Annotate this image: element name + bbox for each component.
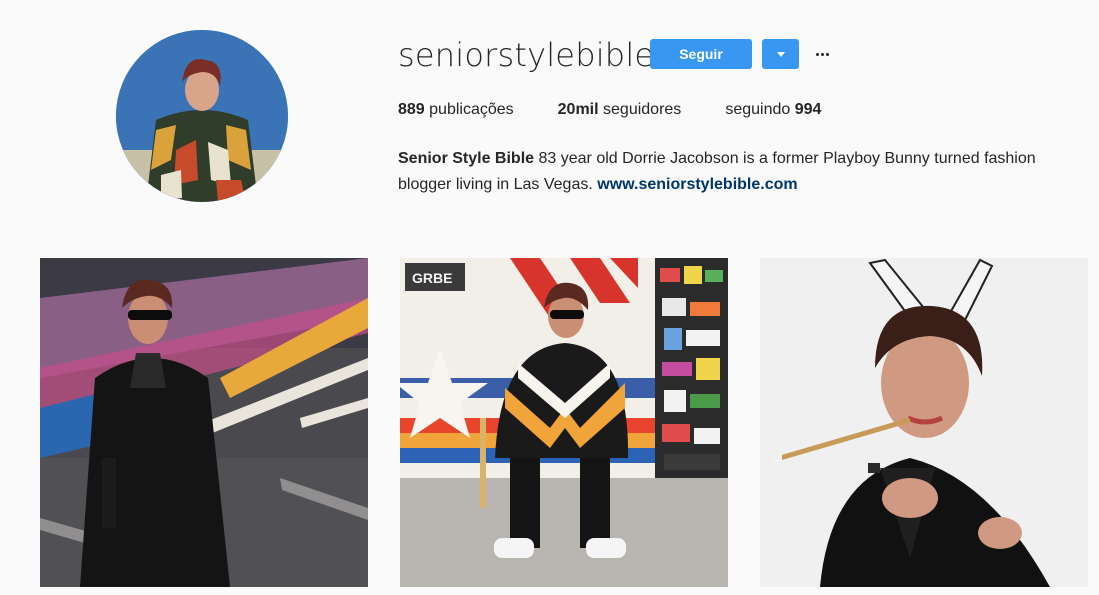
post-thumbnail[interactable] <box>40 258 368 587</box>
ellipsis-icon <box>815 52 819 56</box>
stat-following[interactable]: seguindo 994 <box>725 101 821 119</box>
followers-label: seguidores <box>603 101 682 118</box>
following-label: seguindo <box>725 101 791 118</box>
stat-followers[interactable]: 20mil seguidores <box>558 101 682 119</box>
posts-label: publicações <box>429 101 514 118</box>
bio-website-link[interactable]: www.seniorstylebible.com <box>597 176 797 193</box>
followers-count: 20mil <box>557 101 599 118</box>
ellipsis-icon <box>820 52 824 56</box>
post-image <box>760 258 1088 587</box>
follow-button[interactable]: Seguir <box>650 39 752 69</box>
post-thumbnail[interactable]: GRBE <box>400 258 728 587</box>
following-count: 994 <box>794 101 822 118</box>
post-thumbnail[interactable] <box>760 258 1088 587</box>
profile-page: seniorstylebible Seguir 889 publicações … <box>0 0 1099 595</box>
posts-count: 889 <box>398 101 425 118</box>
post2-sign-text: GRBE <box>412 270 452 286</box>
avatar-photo <box>116 30 288 202</box>
post-image <box>40 258 368 587</box>
profile-bio: Senior Style Bible 83 year old Dorrie Ja… <box>398 146 1048 198</box>
profile-stats: 889 publicações 20mil seguidores seguind… <box>398 101 865 119</box>
ellipsis-icon <box>825 52 829 56</box>
profile-username: seniorstylebible <box>398 36 655 74</box>
more-options-button[interactable] <box>810 40 834 68</box>
caret-down-icon <box>776 51 785 57</box>
post-image: GRBE <box>400 258 728 587</box>
bio-full-name: Senior Style Bible <box>398 150 535 167</box>
stat-posts: 889 publicações <box>398 101 514 119</box>
suggestions-dropdown-button[interactable] <box>762 39 799 69</box>
profile-avatar[interactable] <box>116 30 288 202</box>
